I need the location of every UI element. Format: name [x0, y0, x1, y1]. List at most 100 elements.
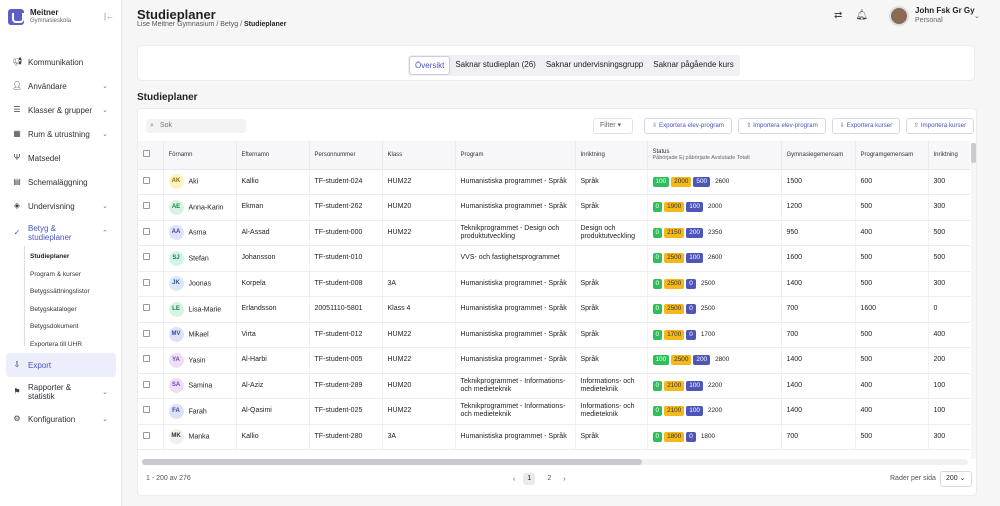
row-checkbox[interactable]	[143, 278, 150, 286]
sidebar-item-label: statistik	[28, 392, 55, 401]
row-checkbox[interactable]	[143, 380, 150, 388]
first-name-cell: MK Manka	[163, 424, 237, 450]
status-badge: 0	[652, 380, 663, 391]
col-specialization[interactable]: Inriktning	[928, 141, 970, 170]
rows-per-page-select[interactable]: 200 ⌄	[940, 471, 972, 487]
sidebar-subitem-2[interactable]: Betygssättningslistor	[0, 283, 122, 301]
status-cell: 0 1800 0 1800	[647, 424, 782, 450]
row-checkbox[interactable]	[143, 304, 150, 312]
table-row[interactable]: MV Mikael Virta TF-student-012 HUM22 Huma…	[138, 322, 970, 348]
row-checkbox[interactable]	[143, 329, 150, 337]
import-courses-button[interactable]: ⇧ Importera kurser	[906, 118, 974, 134]
export-student-program-label: Exportera elev-program	[658, 122, 724, 129]
tab-0[interactable]: Översikt	[409, 56, 451, 75]
sidebar-item-6[interactable]: ◈ Undervisning ⌄	[0, 194, 122, 218]
col-status[interactable]: Status Påbörjade Ej påbörjade Avslutade T…	[647, 141, 782, 170]
check-circle-icon: ✓	[13, 228, 21, 237]
class: HUM20	[382, 373, 456, 399]
sidebar-item-reports[interactable]: ⚑ Rapporter & statistik ⌄	[0, 377, 122, 407]
status-badge: 100	[652, 355, 670, 366]
sidebar-item-1[interactable]: 👤︎ Användare ⌄	[0, 74, 122, 98]
filter-button[interactable]: Filter ▾	[593, 118, 633, 134]
search-input[interactable]: ⌕ Sok	[146, 119, 246, 133]
select-all-checkbox[interactable]	[143, 150, 150, 158]
table-row[interactable]: AA Asma Al-Assad TF-student-000 HUM22 Tek…	[138, 220, 970, 246]
table-row[interactable]: AE Anna-Karin Ekman TF-student-262 HUM20 …	[138, 194, 970, 221]
sidebar-item-2[interactable]: ☰ Klasser & grupper ⌄	[0, 98, 122, 122]
prog-common: 500	[855, 347, 929, 374]
sidebar-subitem-3[interactable]: Betygskataloger	[0, 301, 122, 319]
personal-number: TF-student-005	[309, 347, 383, 374]
brand[interactable]: Meitner Gymnasieskola	[8, 8, 71, 26]
col-first-name[interactable]: Förnamn	[163, 141, 237, 170]
table-row[interactable]: JK Joonas Korpela TF-student-008 3A Human…	[138, 271, 970, 297]
export-courses-button[interactable]: ⇩ Exportera kurser	[832, 118, 900, 134]
user-menu[interactable]: John Fsk Gr Gy Personal ⌄	[889, 6, 980, 26]
vertical-scroll-thumb[interactable]	[971, 143, 976, 163]
page-1[interactable]: 1	[523, 473, 536, 485]
switch-arrows-icon[interactable]: ⇄	[834, 10, 842, 21]
table-row[interactable]: AK Aki Kallio TF-student-024 HUM22 Humani…	[138, 169, 970, 195]
import-student-program-label: Importera elev-program	[753, 122, 818, 129]
import-student-program-button[interactable]: ⇧ Importera elev-program	[738, 118, 826, 134]
sidebar-item-0[interactable]: 📢︎ Kommunikation	[0, 50, 122, 74]
last-name: Kallio	[236, 169, 310, 195]
table-row[interactable]: SA Samina Al-Aziz TF-student-289 HUM20 Te…	[138, 373, 970, 399]
status-badge: 0	[652, 253, 663, 264]
row-select-cell	[138, 194, 164, 221]
sidebar-item-config[interactable]: ⚙ Konfiguration ⌄	[0, 407, 122, 431]
tab-1[interactable]: Saknar studieplan (26)	[450, 56, 541, 75]
col-personal-number[interactable]: Personnummer	[309, 141, 383, 170]
next-page-icon[interactable]: ›	[563, 476, 565, 483]
col-direction[interactable]: Inriktning	[575, 141, 648, 170]
collapse-sidebar-icon[interactable]: |←	[104, 12, 114, 21]
col-program[interactable]: Program	[455, 141, 576, 170]
sidebar-item-5[interactable]: ▤ Schemaläggning	[0, 170, 122, 194]
col-prog-common[interactable]: Programgemensam	[855, 141, 929, 170]
sidebar-subitem-0[interactable]: Studieplaner	[0, 248, 122, 266]
row-checkbox[interactable]	[143, 406, 150, 414]
table-row[interactable]: SJ Stefan Johansson TF-student-010 VVS- o…	[138, 245, 970, 272]
avatar: LE	[168, 301, 184, 317]
breadcrumb-grades[interactable]: Betyg	[220, 21, 238, 28]
sidebar-subitem-5[interactable]: Exportera till UHR	[0, 336, 122, 354]
horizontal-scroll-thumb[interactable]	[142, 459, 642, 465]
col-last-name[interactable]: Efternamn	[236, 141, 310, 170]
sidebar-subitem-4[interactable]: Betygsdokument	[0, 318, 122, 336]
sidebar-item-export[interactable]: ⇩ Export	[6, 353, 116, 377]
table-row[interactable]: FA Farah Al-Qasimi TF-student-025 HUM22 T…	[138, 398, 970, 425]
row-checkbox[interactable]	[143, 227, 150, 235]
tab-3[interactable]: Saknar pågående kurs	[648, 56, 739, 75]
col-gym-common[interactable]: Gymnasiegemensam	[781, 141, 856, 170]
table-row[interactable]: MK Manka Kallio TF-student-280 3A Humanis…	[138, 424, 970, 450]
row-checkbox[interactable]	[143, 431, 150, 439]
bell-icon[interactable]: 🔔︎	[855, 10, 868, 21]
prog-common: 400	[855, 373, 929, 399]
prev-page-icon[interactable]: ‹	[513, 476, 515, 483]
row-checkbox[interactable]	[143, 176, 150, 184]
row-checkbox[interactable]	[143, 202, 150, 210]
col-status-sublabels: Påbörjade Ej påbörjade Avslutade Totalt	[652, 154, 750, 161]
table-row[interactable]: LE Lisa-Marie Erlandsson 20051110-5801 Kl…	[138, 296, 970, 323]
chevron-down-icon: ⌄	[974, 13, 980, 20]
row-checkbox[interactable]	[143, 253, 150, 261]
sidebar-subitem-1[interactable]: Program & kurser	[0, 266, 122, 284]
tab-2[interactable]: Saknar undervisningsgrupp	[541, 56, 648, 75]
col-class[interactable]: Klass	[382, 141, 456, 170]
row-checkbox[interactable]	[143, 355, 150, 363]
vertical-scrollbar[interactable]	[971, 143, 976, 459]
program: Teknikprogrammet - Informations- och med…	[455, 398, 576, 425]
horizontal-scrollbar[interactable]	[142, 459, 968, 465]
sidebar-item-grades[interactable]: ✓ Betyg & studieplaner ⌃	[0, 218, 122, 248]
table-row[interactable]: YA Yasin Al-Harbi TF-student-005 HUM22 Hu…	[138, 347, 970, 374]
sidebar-item-4[interactable]: Ψ Matsedel	[0, 146, 122, 170]
status-badge: 100	[686, 253, 703, 264]
status-badge: 2000	[707, 203, 723, 211]
status-badge: 2150	[664, 227, 685, 238]
first-name: Aki	[188, 178, 199, 186]
sidebar-item-3[interactable]: ▦ Rum & utrustning ⌄	[0, 122, 122, 146]
breadcrumb-school[interactable]: Lise Meitner Gymnasium	[137, 21, 214, 28]
export-student-program-button[interactable]: ⇩ Exportera elev-program	[644, 118, 732, 134]
page-2[interactable]: 2	[543, 473, 555, 485]
last-name: Al-Harbi	[236, 347, 310, 374]
